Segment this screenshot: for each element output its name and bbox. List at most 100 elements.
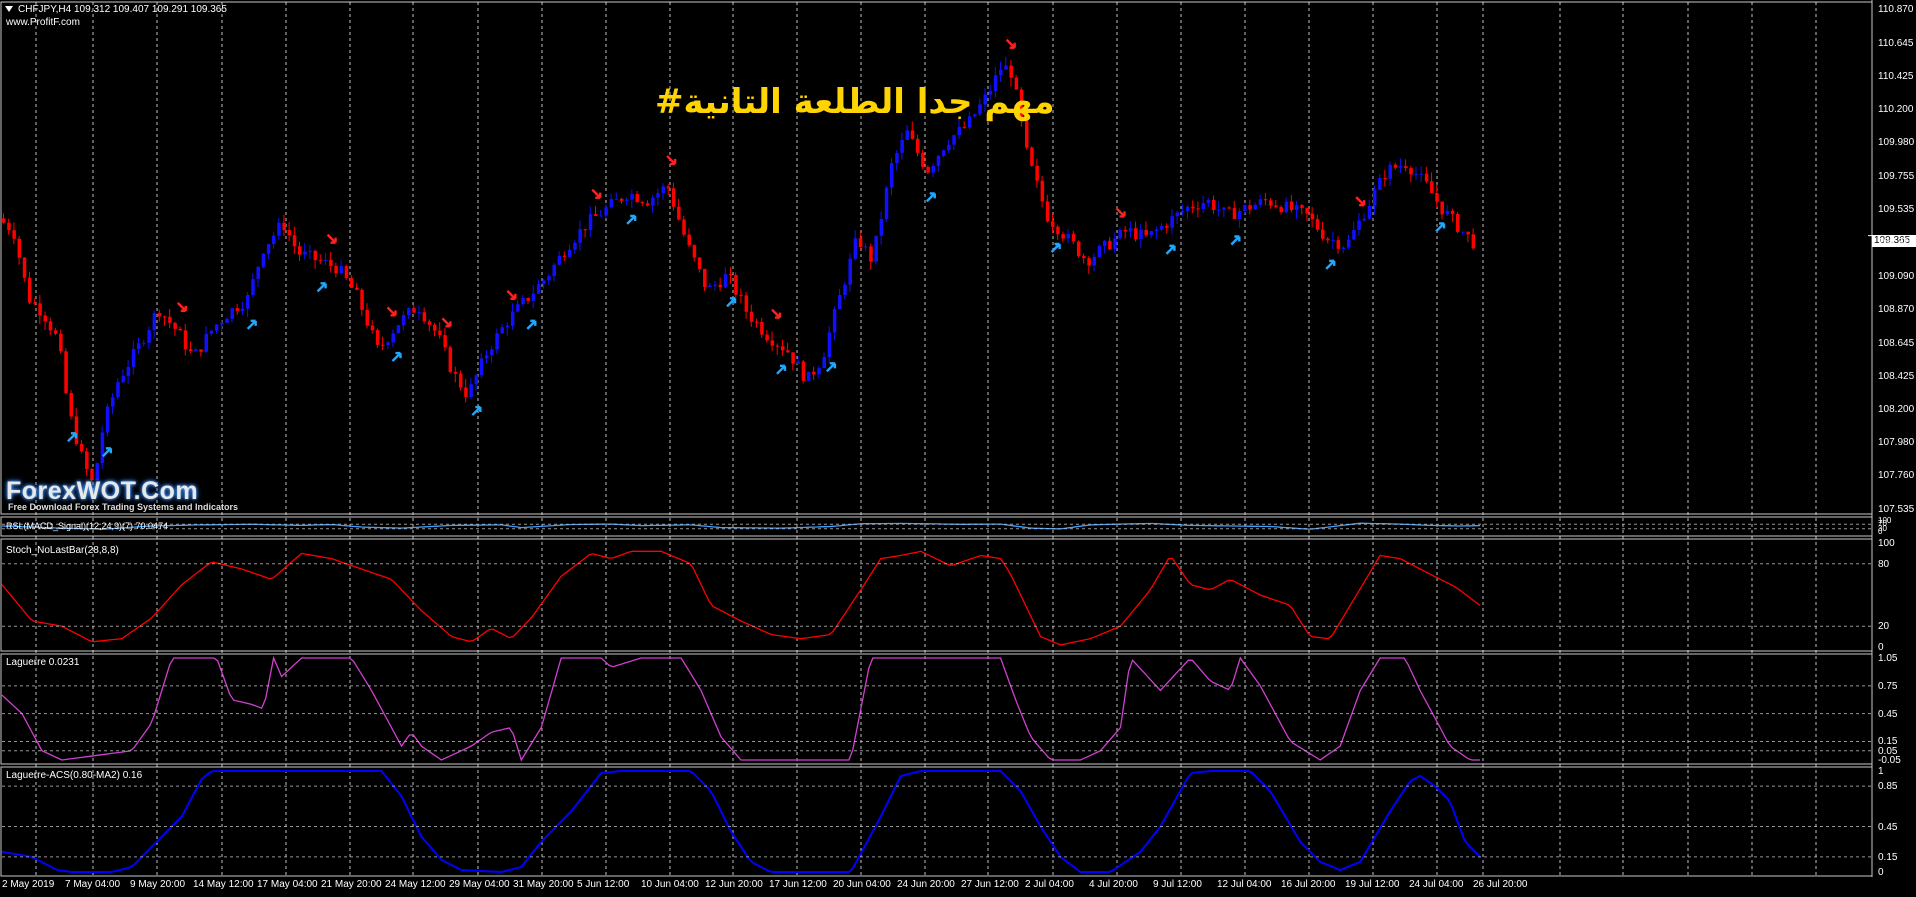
candle-body: [516, 304, 520, 312]
candle-body: [661, 186, 666, 194]
candle-body: [832, 309, 837, 333]
date-axis-label: 16 Jul 20:00: [1281, 879, 1336, 890]
candle-body: [401, 315, 406, 326]
candle-body: [266, 244, 271, 254]
candle-body: [168, 316, 172, 323]
candle-body: [17, 238, 22, 258]
candle-body: [7, 222, 11, 231]
candle-body: [137, 343, 141, 349]
date-axis-label: 26 Jul 20:00: [1473, 879, 1528, 890]
trading-chart[interactable]: [0, 0, 1916, 897]
candle-body: [448, 347, 453, 372]
stoch-panel-label: Stoch_NoLastBar(28,8,8): [6, 545, 119, 556]
candle-body: [469, 384, 473, 397]
candle-body: [1076, 241, 1081, 257]
candle-body: [510, 311, 515, 326]
candle-body: [801, 361, 806, 381]
candle-body: [1331, 240, 1335, 242]
buy-arrow-icon: [316, 282, 327, 293]
sell-arrow-icon: [666, 155, 677, 166]
candle-body: [848, 258, 852, 285]
candle-body: [360, 289, 364, 310]
indicator-axis-label: 0: [1878, 867, 1884, 878]
candle-body: [1185, 206, 1190, 212]
candle-body: [1315, 219, 1320, 230]
site-label: www.ProfitF.com: [6, 17, 80, 28]
candle-body: [827, 332, 832, 358]
rsi-panel-label: RSI (MACD_Signal)(12,24,9)(7) 70.0474: [6, 521, 169, 531]
candle-body: [308, 250, 312, 252]
candle-body: [677, 206, 681, 220]
candle-body: [1196, 208, 1200, 210]
price-axis-label: 107.760: [1878, 470, 1915, 482]
sell-arrow-icon: [1355, 196, 1366, 207]
candle-body: [474, 375, 479, 385]
date-axis-label: 17 Jun 12:00: [769, 879, 827, 890]
sell-arrow-icon: [771, 308, 782, 319]
candle-body: [1456, 214, 1460, 232]
candle-body: [443, 335, 447, 348]
candle-body: [79, 443, 84, 452]
candle-body: [723, 274, 728, 288]
candle-body: [261, 253, 266, 267]
date-axis-label: 2 May 2019: [2, 879, 55, 890]
candle-body: [173, 322, 177, 329]
candle-body: [1139, 229, 1143, 240]
indicator-axis-label: -0.05: [1878, 755, 1901, 766]
candle-body: [568, 249, 572, 257]
date-axis-label: 19 Jul 12:00: [1345, 879, 1400, 890]
candle-body: [111, 397, 115, 407]
candle-body: [1393, 164, 1398, 168]
candle-body: [1372, 189, 1377, 206]
candle-body: [869, 246, 873, 262]
laguerre-acs-panel-label: Laguerre-ACS(0.80-MA2) 0.16: [6, 770, 143, 781]
candle-body: [947, 144, 951, 151]
symbol-dropdown-icon[interactable]: [5, 6, 13, 12]
candle-body: [1388, 164, 1393, 179]
date-axis-label: 27 Jun 12:00: [961, 879, 1019, 890]
candle-body: [458, 373, 463, 388]
candle-body: [235, 308, 240, 312]
date-axis-label: 2 Jul 04:00: [1025, 879, 1074, 890]
candle-body: [1253, 204, 1258, 210]
candle-body: [1087, 258, 1091, 266]
candle-body: [1326, 238, 1330, 241]
candle-body: [1471, 234, 1476, 249]
candle-body: [879, 219, 884, 236]
candle-body: [64, 351, 68, 394]
candle-body: [225, 318, 229, 323]
candle-body: [126, 366, 131, 376]
candle-body: [22, 257, 27, 278]
buy-arrow-icon: [391, 351, 402, 362]
price-axis-label: 109.090: [1878, 270, 1915, 282]
price-axis-label: 110.200: [1878, 104, 1914, 116]
candle-body: [874, 235, 878, 262]
candle-body: [1056, 226, 1060, 235]
candle-body: [417, 312, 421, 314]
candle-body: [708, 285, 712, 287]
candle-body: [1424, 173, 1429, 182]
candle-body: [806, 371, 811, 381]
buy-arrow-icon: [925, 192, 936, 203]
price-axis-label: 107.980: [1878, 437, 1915, 449]
candle-body: [1289, 201, 1294, 211]
date-axis-label: 5 Jun 12:00: [577, 879, 630, 890]
candle-body: [318, 260, 323, 262]
candle-body: [12, 230, 16, 239]
candle-body: [479, 358, 484, 376]
candle-body: [557, 255, 562, 265]
candle-body: [1144, 229, 1148, 236]
arabic-annotation: مهم جدا الطلعة التانية#: [655, 82, 1055, 122]
sell-arrow-icon: [386, 306, 397, 317]
buy-arrow-icon: [726, 297, 737, 308]
candle-body: [614, 198, 619, 200]
candle-body: [1217, 209, 1221, 211]
candle-body: [1092, 256, 1097, 266]
date-axis-label: 21 May 20:00: [321, 879, 382, 890]
candle-body: [272, 235, 276, 245]
candle-body: [38, 303, 42, 316]
candle-body: [999, 69, 1003, 76]
candle-body: [656, 193, 660, 198]
candle-body: [334, 265, 338, 274]
candle-body: [1149, 231, 1154, 236]
